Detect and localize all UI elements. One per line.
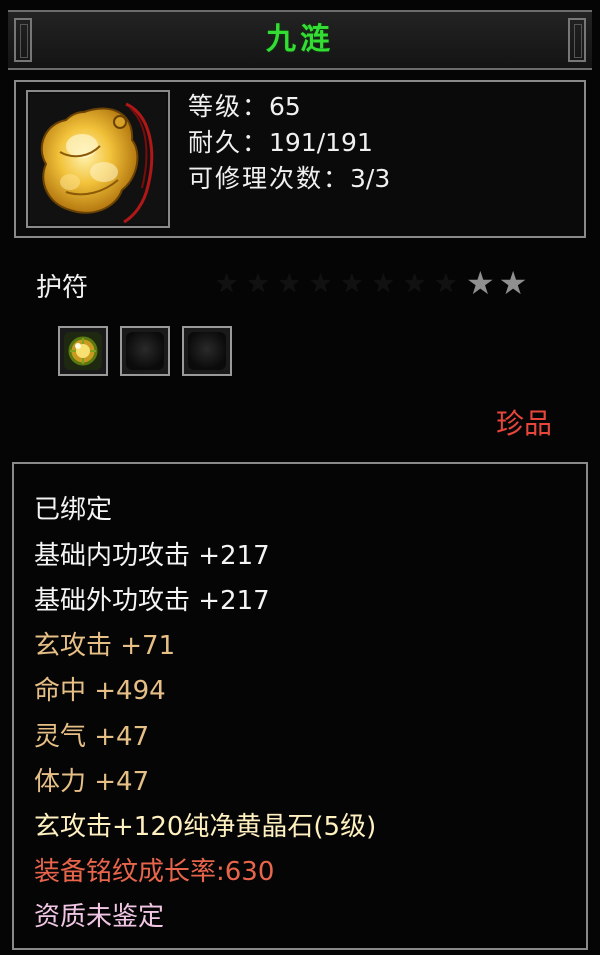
star-empty-icon: ★ bbox=[402, 269, 427, 299]
repair-count-value: 3/3 bbox=[350, 164, 391, 193]
enhance-stars-empty: ★ ★ ★ ★ ★ ★ ★ ★ bbox=[215, 269, 458, 299]
rarity-label: 珍品 bbox=[495, 407, 552, 440]
star-empty-icon: ★ bbox=[434, 269, 458, 299]
gem-icon bbox=[68, 336, 98, 366]
socket-slot-2[interactable] bbox=[120, 326, 170, 376]
durability-row: 耐久：191/191 bbox=[188, 126, 373, 160]
star-empty-icon: ★ bbox=[246, 269, 270, 299]
item-tooltip: 九涟 等级：65 耐久：191/191 可修理次数：3/3 护符 ★ ★ ★ ★… bbox=[0, 0, 600, 955]
item-header-panel: 等级：65 耐久：191/191 可修理次数：3/3 bbox=[14, 80, 586, 238]
durability-value: 191/191 bbox=[269, 128, 373, 157]
attr-spirit: 灵气 +47 bbox=[34, 722, 150, 752]
bind-status: 已绑定 bbox=[34, 495, 113, 525]
empty-socket-icon bbox=[126, 332, 164, 370]
star-empty-icon: ★ bbox=[340, 269, 364, 299]
empty-socket-icon bbox=[188, 332, 226, 370]
attr-mystic-attack: 玄攻击 +71 bbox=[34, 631, 176, 661]
repair-count-row: 可修理次数：3/3 bbox=[188, 162, 390, 196]
attr-inscription-growth: 装备铭纹成长率:630 bbox=[34, 857, 275, 887]
attr-internal-attack: 基础内功攻击 +217 bbox=[34, 541, 270, 571]
item-icon-frame bbox=[26, 90, 170, 228]
repair-count-label: 可修理次数： bbox=[188, 164, 351, 193]
attr-stamina: 体力 +47 bbox=[34, 767, 150, 797]
amulet-icon bbox=[30, 94, 166, 224]
attr-gem-bonus: 玄攻击+120纯净黄晶石(5级) bbox=[34, 812, 377, 842]
enhance-stars-filled: ★ ★ bbox=[466, 264, 527, 302]
item-type: 护符 bbox=[36, 273, 89, 303]
star-empty-icon: ★ bbox=[277, 269, 301, 299]
attr-accuracy: 命中 +494 bbox=[34, 676, 166, 706]
star-empty-icon: ★ bbox=[215, 269, 239, 299]
socket-slot-1[interactable] bbox=[58, 326, 108, 376]
socket-slot-3[interactable] bbox=[182, 326, 232, 376]
title-bar: 九涟 bbox=[8, 10, 592, 70]
item-name: 九涟 bbox=[266, 22, 334, 57]
star-filled-icon: ★ bbox=[498, 264, 528, 302]
star-empty-icon: ★ bbox=[308, 269, 333, 299]
attr-aptitude: 资质未鉴定 bbox=[34, 902, 165, 932]
star-filled-icon: ★ bbox=[466, 264, 495, 302]
level-row: 等级：65 bbox=[188, 90, 301, 124]
level-label: 等级： bbox=[188, 92, 270, 121]
attr-external-attack: 基础外功攻击 +217 bbox=[34, 586, 270, 616]
durability-label: 耐久： bbox=[188, 128, 270, 157]
level-value: 65 bbox=[269, 92, 301, 121]
star-empty-icon: ★ bbox=[371, 269, 395, 299]
